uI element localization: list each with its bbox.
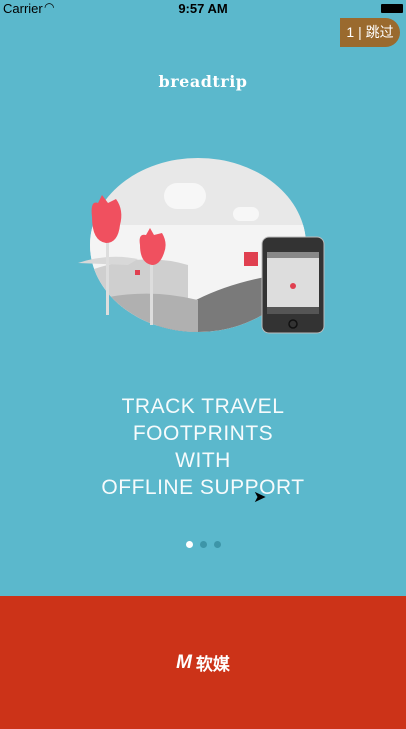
headline-line: WITH bbox=[175, 449, 231, 472]
breadtrip-logo: breadtrip bbox=[158, 72, 248, 91]
onboarding-illustration bbox=[78, 158, 325, 334]
phone-icon bbox=[261, 236, 325, 334]
headline-line: FOOTPRINTS bbox=[132, 422, 274, 445]
page-dot[interactable] bbox=[213, 541, 221, 548]
clock: 9:57 AM bbox=[178, 1, 228, 16]
page-dot[interactable] bbox=[199, 541, 207, 548]
skip-button[interactable]: 1 | 跳过 bbox=[340, 18, 400, 47]
headline-line: OFFLINE SUPPORT bbox=[101, 476, 305, 499]
headline-line: TRACK TRAVEL bbox=[121, 395, 285, 418]
tulip-icon bbox=[91, 195, 122, 243]
onboarding-headline: TRACK TRAVEL FOOTPRINTS WITH OFFLINE SUP… bbox=[0, 393, 406, 501]
page-dot[interactable] bbox=[185, 541, 193, 548]
ruanmei-logo-icon: M bbox=[176, 651, 192, 673]
battery-icon bbox=[381, 4, 403, 13]
footer-brand: 软媒 bbox=[195, 655, 230, 674]
page-indicator[interactable] bbox=[0, 541, 406, 548]
status-bar: Carrier ◠ 9:57 AM bbox=[0, 0, 406, 18]
footer-banner: M 软媒 bbox=[0, 596, 406, 729]
mouse-cursor-icon: ➤ bbox=[253, 489, 267, 506]
